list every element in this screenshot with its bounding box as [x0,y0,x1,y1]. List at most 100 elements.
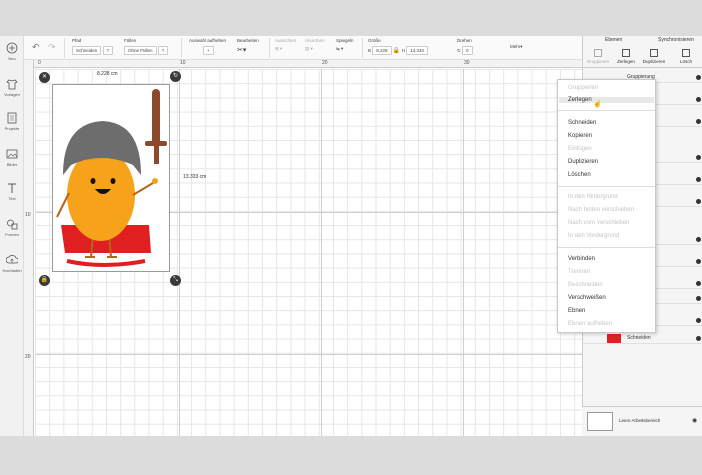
eye-icon[interactable] [696,237,701,242]
toolbar-separator [362,38,363,58]
resize-handle[interactable]: ⤡ [170,275,181,286]
eye-icon[interactable] [696,336,701,341]
delete-label: Lösch [679,59,692,64]
group-icon [594,49,602,57]
menu-item-trennen[interactable]: Trennen [568,269,590,275]
blank-canvas-row[interactable]: Leere Arbeitsbereich ◉ [582,406,702,436]
tab-ebenen[interactable]: Ebenen [605,37,622,43]
height-prefix: H [401,48,405,53]
menu-item-loeschen[interactable]: Löschen [568,172,591,178]
deselect-button[interactable]: + [203,46,214,55]
eye-icon[interactable] [696,75,701,80]
eye-icon[interactable] [696,259,701,264]
menu-item-beschneiden[interactable]: Beschneiden [568,282,603,288]
menu-item-vordergrund[interactable]: In den Vordergrund [568,233,619,239]
trash-icon [682,49,690,57]
edit-scissors-icon[interactable]: ✂▾ [237,47,246,54]
plus-icon [6,42,18,54]
ungroup-button[interactable]: Zerlegen [613,49,639,64]
eye-icon[interactable] [696,97,701,102]
arrange-group: Anordnen ▤ ▾ [305,38,325,52]
canvas-swatch[interactable] [587,412,613,431]
menu-item-schneiden[interactable]: Schneiden [568,120,596,126]
width-prefix: B [368,48,372,53]
path-help-button[interactable]: ? [102,46,114,55]
rail-label: Text [8,196,16,201]
ruler-label: 10 [180,60,186,66]
menu-item-nach-vorn[interactable]: Nach vorn verschieben [568,220,629,226]
layer-swatch [607,334,621,343]
align-icon[interactable]: ⊞ ▾ [275,46,282,51]
align-group: Ausrichten ⊞ ▾ [275,38,296,52]
ruler-label: 20 [25,354,31,360]
fill-help-button[interactable]: ? [157,46,169,55]
height-input[interactable]: 13,333 [406,46,428,55]
menu-item-nach-hinten[interactable]: Nach hinten verschieben [568,207,634,213]
eye-icon[interactable] [696,119,701,124]
redo-icon[interactable]: ↷ [48,42,56,53]
auswahl-label: Auswahl aufheben [189,38,227,43]
eye-icon[interactable] [696,318,701,323]
fill-select[interactable]: Ohne Füllen [124,46,157,55]
selected-image[interactable] [52,84,170,272]
menu-item-verbinden[interactable]: Verbinden [568,256,595,262]
grid-line [179,69,180,436]
cursor-icon: ☝ [593,101,602,108]
group-button[interactable]: Gruppieren [585,49,611,64]
anordnen-label: Anordnen [305,38,325,43]
image-icon [6,149,18,159]
eye-icon[interactable] [696,281,701,286]
path-select[interactable]: Schneiden [72,46,102,55]
rail-item-hochladen[interactable]: Hochladen [0,254,24,273]
grid-line [463,69,464,436]
rail-item-projekte[interactable]: Projekte [0,112,24,131]
projects-icon [7,112,17,124]
width-dimension-label: 8.228 cm [97,71,118,77]
fuellen-label: Füllen [124,38,137,43]
rail-item-text[interactable]: Text [0,182,24,201]
menu-item-gruppieren[interactable]: Gruppieren [568,85,598,91]
menu-item-ebnen[interactable]: Ebnen [568,308,585,314]
menu-item-duplizieren[interactable]: Duplizieren [568,159,598,165]
rotate-input[interactable]: 0 [462,46,473,55]
ruler-label: 0 [38,60,41,66]
delete-button[interactable]: Lösch [673,49,699,64]
eye-icon[interactable] [696,296,701,301]
fill-group: Füllen Ohne Füllen ? [124,38,169,55]
rail-item-formen[interactable]: Formen [0,218,24,237]
shapes-icon [7,219,18,230]
layer-name: Schneiden [627,335,651,341]
menu-item-verschweissen[interactable]: Verschweißen [568,295,606,301]
duplicate-button[interactable]: Duplizieren [641,49,667,64]
menu-separator [558,186,655,187]
menu-item-hintergrund[interactable]: In den Hintergrund [568,194,618,200]
flip-icon[interactable]: ⇋ ▾ [336,46,343,51]
eye-icon[interactable] [696,155,701,160]
rail-item-vorlagen[interactable]: Vorlagen [0,78,24,97]
rotate-handle[interactable]: ↻ [170,71,181,82]
lock-icon[interactable]: 🔒 [393,48,400,54]
left-rail: Neu Vorlagen Projekte Bilder Text Formen… [0,36,24,436]
rail-item-bilder[interactable]: Bilder [0,148,24,167]
eye-icon[interactable] [696,177,701,182]
width-input[interactable]: 8,228 [372,46,392,55]
arrange-icon[interactable]: ▤ ▾ [305,46,313,51]
drehen-label: Drehen [457,38,472,43]
delete-handle[interactable]: ✕ [39,72,50,83]
menu-item-ebnen-aufheben[interactable]: Ebnen aufheben [568,321,612,327]
blank-canvas-label: Leere Arbeitsbereich [619,418,661,423]
layer-row[interactable]: Schneiden [583,333,702,344]
menu-item-einfuegen[interactable]: Einfügen [568,146,592,152]
undo-icon[interactable]: ↶ [32,42,40,53]
rail-item-neu[interactable]: Neu [0,42,24,61]
toolbar-separator [269,38,270,58]
more-button[interactable]: Mehr [510,44,520,49]
menu-item-zerlegen[interactable]: Zerlegen [559,97,654,103]
eye-icon[interactable] [696,199,701,204]
toolbar-separator [181,38,182,58]
menu-item-kopieren[interactable]: Kopieren [568,133,592,139]
rail-label: Hochladen [2,268,22,273]
eye-hidden-icon[interactable]: ◉ [692,417,697,424]
lock-handle[interactable]: 🔒 [39,275,50,286]
tab-synchronisieren[interactable]: Synchronisieren [658,37,694,43]
